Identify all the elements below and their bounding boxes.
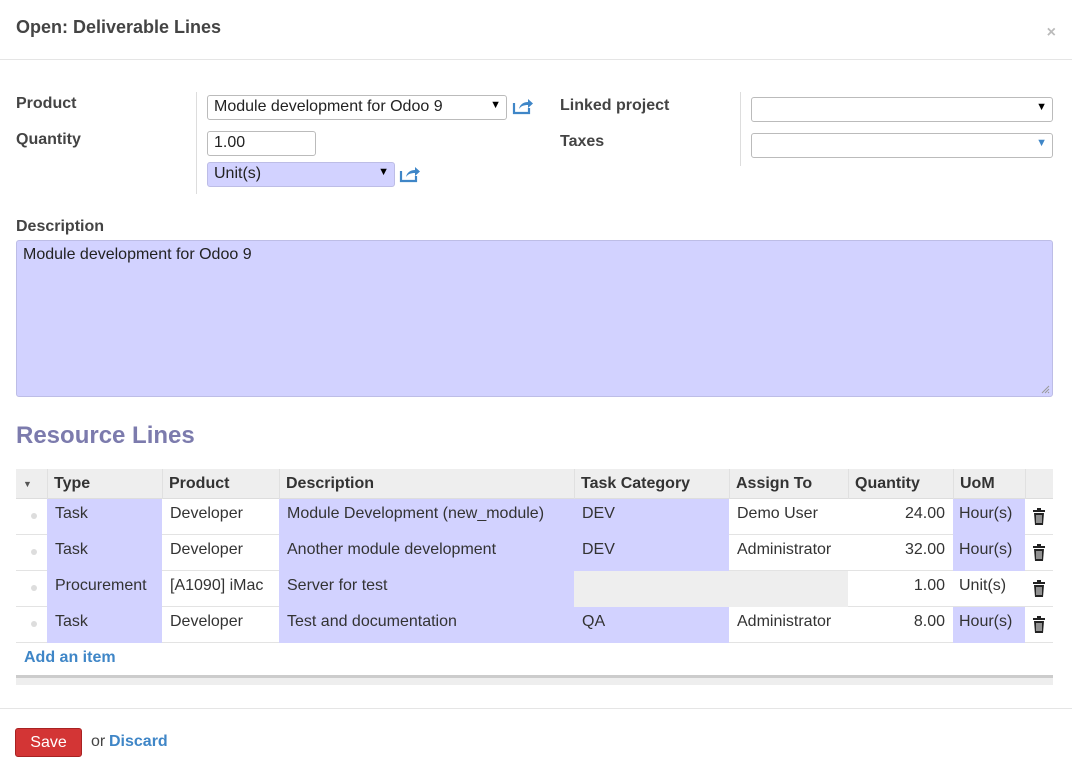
- trash-icon[interactable]: [1032, 616, 1046, 634]
- resource-lines-table: ▼ Type Product Description Task Category…: [16, 469, 1053, 643]
- cell-assign-to[interactable]: Administrator: [729, 607, 848, 643]
- taxes-label: Taxes: [560, 133, 605, 150]
- caret-down-icon: ▼: [1036, 101, 1047, 113]
- cell-quantity[interactable]: 1.00: [848, 571, 953, 607]
- external-link-icon[interactable]: [399, 165, 421, 183]
- discard-link[interactable]: Discard: [109, 733, 168, 751]
- cell-type[interactable]: Procurement: [47, 571, 162, 607]
- column-header-product[interactable]: Product: [162, 469, 279, 499]
- cell-uom[interactable]: Hour(s): [953, 535, 1025, 571]
- cell-assign-to[interactable]: Demo User: [729, 499, 848, 535]
- label-divider: [740, 92, 741, 166]
- cell-task-category: [574, 571, 729, 607]
- column-header-quantity[interactable]: Quantity: [848, 469, 953, 499]
- cell-quantity[interactable]: 32.00: [848, 535, 953, 571]
- drag-handle-icon[interactable]: [31, 585, 37, 591]
- label-divider: [196, 92, 197, 194]
- taxes-select[interactable]: ▼: [751, 133, 1053, 158]
- cell-type[interactable]: Task: [47, 499, 162, 535]
- caret-down-icon: ▼: [1036, 137, 1047, 149]
- product-label: Product: [16, 95, 77, 112]
- cell-type[interactable]: Task: [47, 535, 162, 571]
- cell-description[interactable]: Module Development (new_module): [279, 499, 574, 535]
- dialog-title: Open: Deliverable Lines: [16, 17, 222, 37]
- product-select-value: Module development for Odoo 9: [214, 98, 443, 115]
- sort-caret-icon[interactable]: ▼: [23, 469, 32, 499]
- cell-description[interactable]: Test and documentation: [279, 607, 574, 643]
- description-textarea[interactable]: Module development for Odoo 9: [16, 240, 1053, 397]
- description-text: Module development for Odoo 9: [23, 246, 252, 263]
- external-link-icon[interactable]: [512, 97, 534, 115]
- drag-handle-icon[interactable]: [31, 549, 37, 555]
- cell-assign-to[interactable]: Administrator: [729, 535, 848, 571]
- or-text: or: [91, 733, 106, 750]
- cell-quantity[interactable]: 8.00: [848, 607, 953, 643]
- resource-lines-title: Resource Lines: [16, 422, 195, 449]
- add-item-link[interactable]: Add an item: [24, 649, 116, 667]
- cell-description[interactable]: Server for test: [279, 571, 574, 607]
- cell-task-category[interactable]: DEV: [574, 535, 729, 571]
- caret-down-icon: ▼: [378, 166, 389, 178]
- dialog-header: Open: Deliverable Lines ×: [0, 0, 1072, 60]
- description-label: Description: [16, 218, 105, 235]
- table-row[interactable]: Task Developer Module Development (new_m…: [16, 499, 1053, 535]
- table-row[interactable]: Procurement [A1090] iMac Server for test…: [16, 571, 1053, 607]
- resize-grip-icon[interactable]: [1040, 384, 1050, 394]
- linked-project-select[interactable]: ▼: [751, 97, 1053, 122]
- cell-uom[interactable]: Unit(s): [953, 571, 1025, 607]
- uom-select[interactable]: Unit(s) ▼: [207, 162, 395, 187]
- column-header-actions: [1025, 469, 1053, 499]
- cell-assign-to: [729, 571, 848, 607]
- linked-project-label: Linked project: [560, 97, 670, 114]
- cell-uom[interactable]: Hour(s): [953, 499, 1025, 535]
- trash-icon[interactable]: [1032, 508, 1046, 526]
- cell-quantity[interactable]: 24.00: [848, 499, 953, 535]
- column-header-task-category[interactable]: Task Category: [574, 469, 729, 499]
- cell-type[interactable]: Task: [47, 607, 162, 643]
- table-footer: [16, 675, 1053, 685]
- cell-task-category[interactable]: QA: [574, 607, 729, 643]
- column-header-description[interactable]: Description: [279, 469, 574, 499]
- trash-icon[interactable]: [1032, 544, 1046, 562]
- table-header: ▼ Type Product Description Task Category…: [16, 469, 1053, 499]
- cell-description[interactable]: Another module development: [279, 535, 574, 571]
- cell-uom[interactable]: Hour(s): [953, 607, 1025, 643]
- column-header-uom[interactable]: UoM: [953, 469, 1025, 499]
- drag-handle-icon[interactable]: [31, 513, 37, 519]
- column-header-type[interactable]: Type: [47, 469, 162, 499]
- cell-task-category[interactable]: DEV: [574, 499, 729, 535]
- caret-down-icon: ▼: [490, 99, 501, 111]
- cell-product[interactable]: Developer: [162, 607, 279, 643]
- table-row[interactable]: Task Developer Another module developmen…: [16, 535, 1053, 571]
- close-icon[interactable]: ×: [1047, 24, 1056, 42]
- cell-product[interactable]: Developer: [162, 535, 279, 571]
- product-select[interactable]: Module development for Odoo 9 ▼: [207, 95, 507, 120]
- uom-select-value: Unit(s): [214, 165, 262, 182]
- dialog-footer: Save or Discard: [0, 708, 1072, 769]
- trash-icon[interactable]: [1032, 580, 1046, 598]
- quantity-input[interactable]: 1.00: [207, 131, 316, 156]
- cell-product[interactable]: Developer: [162, 499, 279, 535]
- save-button[interactable]: Save: [15, 728, 82, 757]
- quantity-label: Quantity: [16, 131, 81, 148]
- drag-handle-icon[interactable]: [31, 621, 37, 627]
- table-row[interactable]: Task Developer Test and documentation QA…: [16, 607, 1053, 643]
- column-header-assign-to[interactable]: Assign To: [729, 469, 848, 499]
- cell-product[interactable]: [A1090] iMac: [162, 571, 279, 607]
